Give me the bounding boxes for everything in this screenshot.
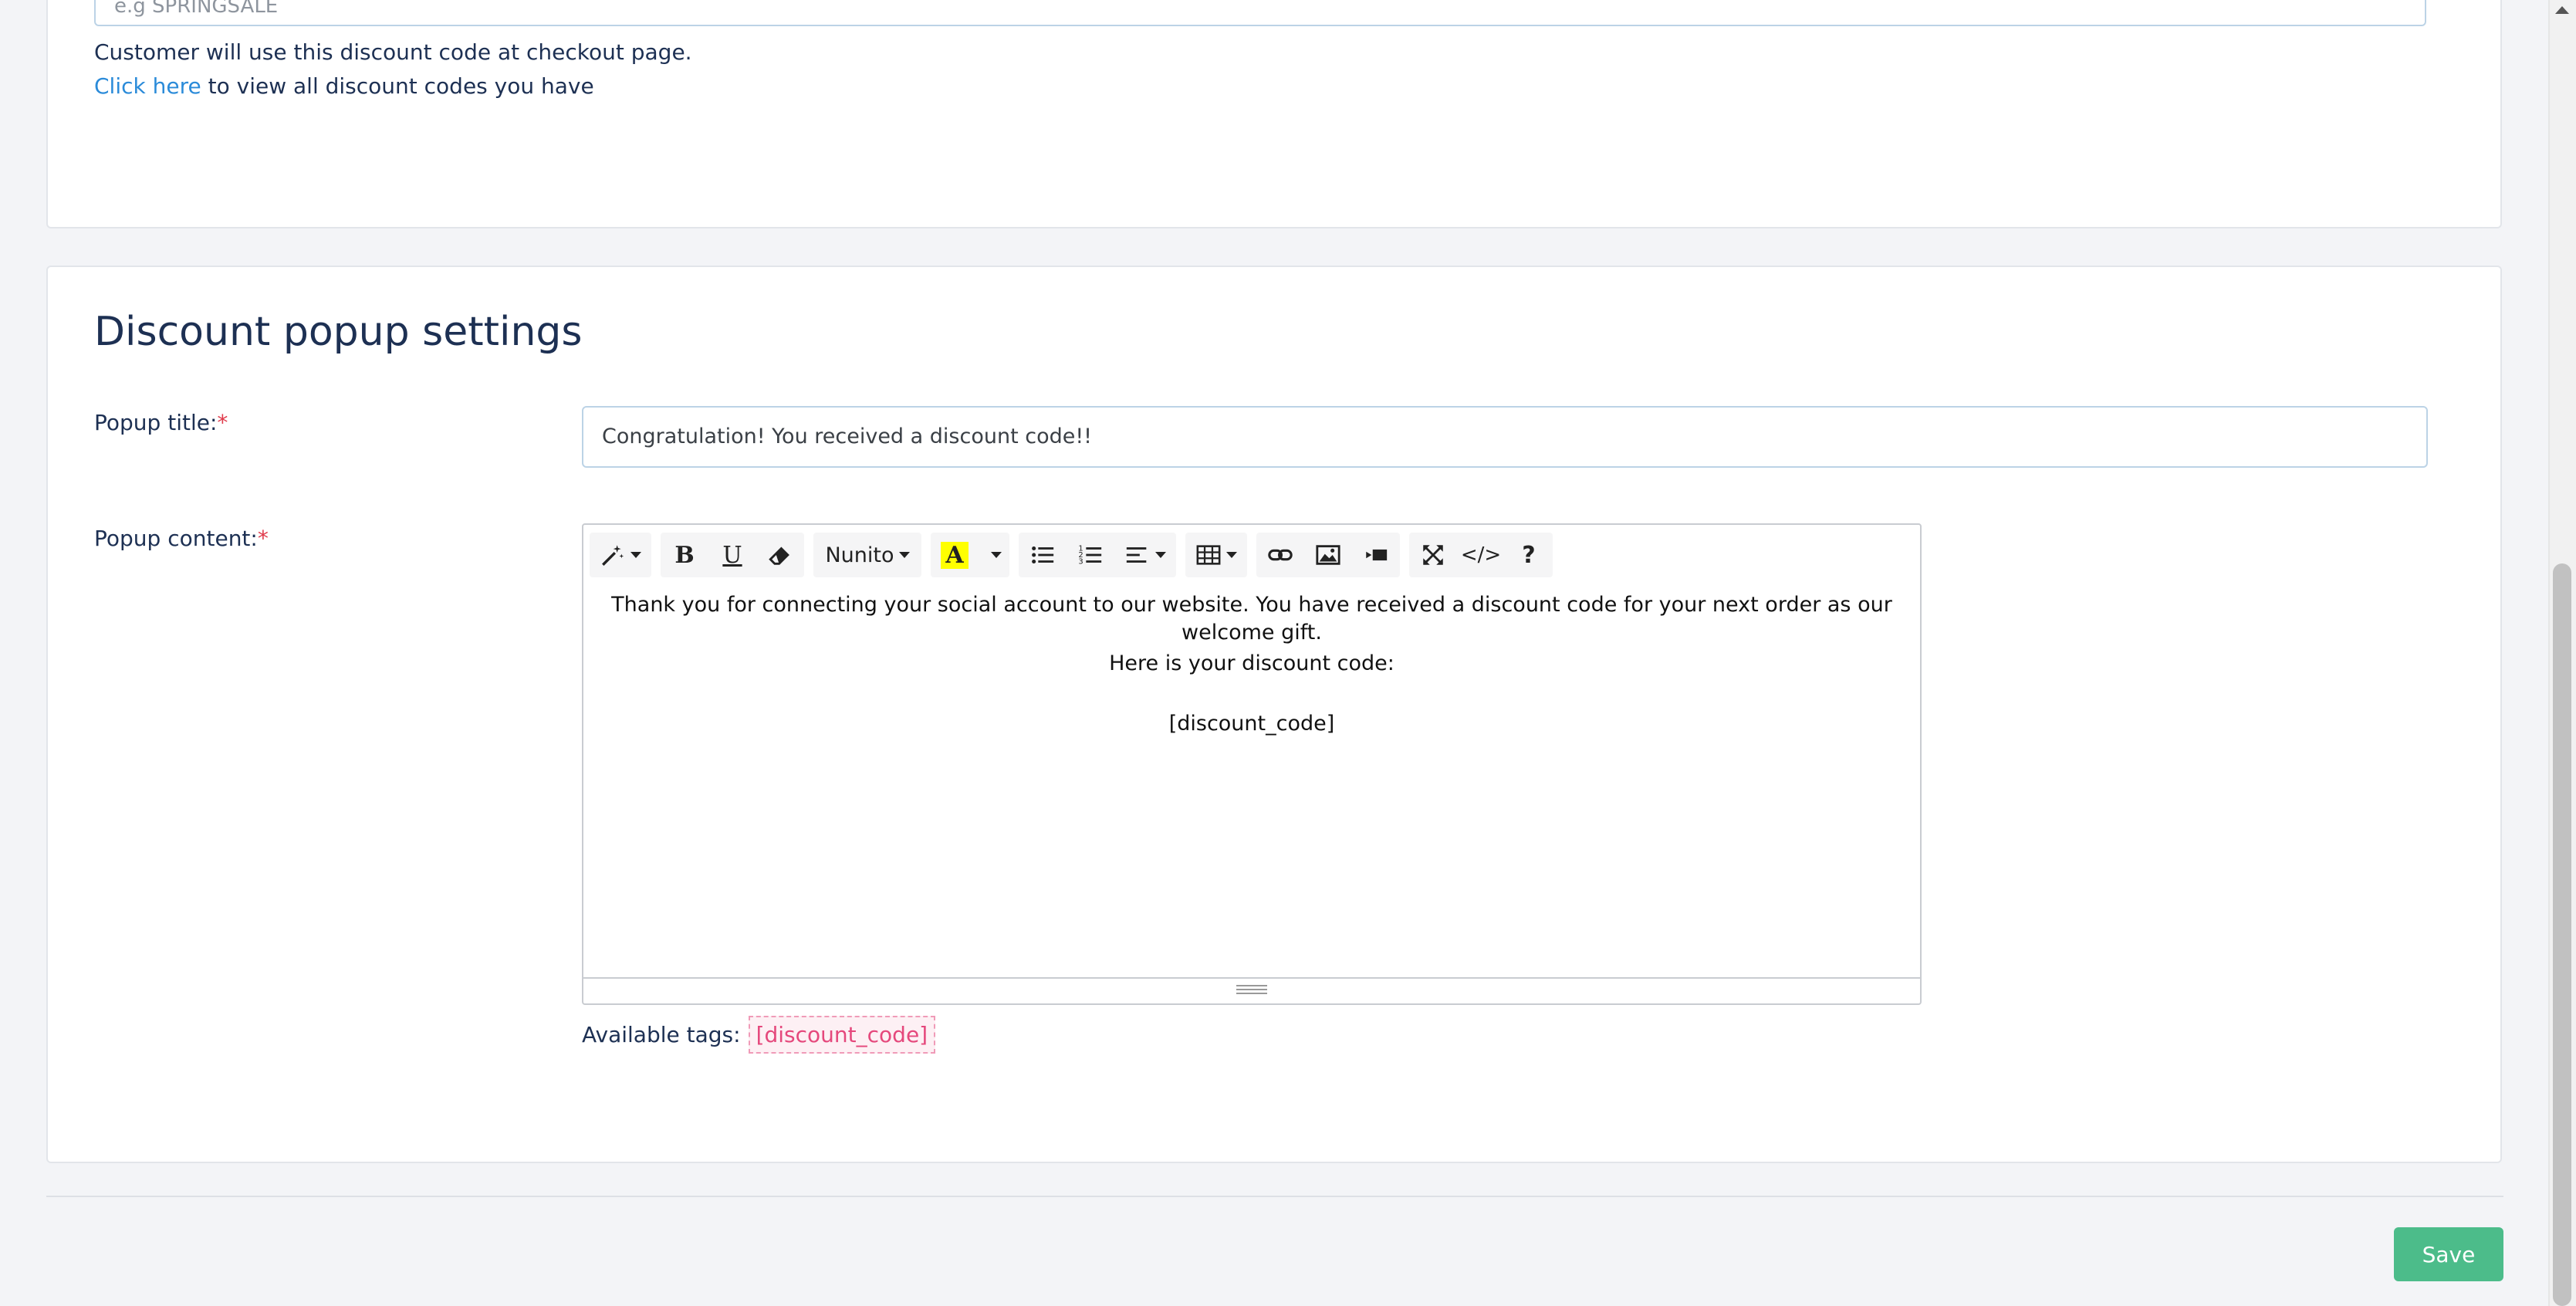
discount-popup-settings-card: Discount popup settings Popup title:* Co… bbox=[46, 266, 2502, 1163]
font-style-group: B U bbox=[661, 533, 804, 577]
discount-code-input[interactable]: e.g SPRINGSALE bbox=[94, 0, 2426, 26]
font-name-dropdown[interactable]: Nunito bbox=[813, 533, 921, 577]
chevron-down-icon bbox=[630, 552, 641, 558]
scroll-up-arrow-icon[interactable] bbox=[2555, 6, 2569, 14]
view-discount-codes-link[interactable]: Click here bbox=[94, 73, 201, 99]
ordered-list-icon[interactable]: 123 bbox=[1067, 533, 1114, 577]
bold-icon[interactable]: B bbox=[661, 533, 708, 577]
magic-wand-icon[interactable] bbox=[590, 533, 651, 577]
insert-group bbox=[1256, 533, 1400, 577]
discount-codes-link-line: Click here to view all discount codes yo… bbox=[94, 73, 594, 100]
content-paragraph: Thank you for connecting your social acc… bbox=[611, 593, 1892, 645]
required-mark: * bbox=[257, 526, 269, 551]
footer-divider bbox=[46, 1196, 2503, 1197]
image-icon[interactable] bbox=[1304, 533, 1352, 577]
available-tags-label: Available tags: bbox=[582, 1022, 741, 1047]
chevron-down-icon bbox=[991, 552, 1002, 558]
editor-toolbar: B U Nunito A 123 </> ? bbox=[590, 531, 1914, 579]
chevron-down-icon bbox=[1155, 552, 1166, 558]
content-paragraph: Here is your discount code: bbox=[1109, 651, 1394, 675]
align-icon[interactable] bbox=[1114, 533, 1176, 577]
popup-title-label-text: Popup title: bbox=[94, 410, 218, 435]
rich-text-editor: B U Nunito A 123 </> ? Thank you for con… bbox=[582, 523, 1922, 1005]
discount-code-card: e.g SPRINGSALE Customer will use this di… bbox=[46, 0, 2502, 228]
editor-resize-bar[interactable] bbox=[583, 977, 1920, 1003]
popup-content-label-text: Popup content: bbox=[94, 526, 258, 551]
chevron-down-icon bbox=[1226, 552, 1237, 558]
unordered-list-icon[interactable] bbox=[1019, 533, 1067, 577]
discount-code-help-text: Customer will use this discount code at … bbox=[94, 39, 692, 65]
popup-title-input[interactable]: Congratulation! You received a discount … bbox=[582, 406, 2428, 468]
color-group: A bbox=[931, 533, 1009, 577]
available-tags: Available tags: [discount_code] bbox=[582, 1016, 936, 1054]
svg-text:3: 3 bbox=[1078, 557, 1083, 566]
table-group bbox=[1185, 533, 1247, 577]
table-icon[interactable] bbox=[1185, 533, 1247, 577]
editor-content-area[interactable]: Thank you for connecting your social acc… bbox=[583, 591, 1920, 949]
scrollbar-thumb[interactable] bbox=[2553, 563, 2571, 1306]
content-paragraph: [discount_code] bbox=[1168, 712, 1335, 736]
text-color-icon[interactable]: A bbox=[931, 533, 979, 577]
section-title: Discount popup settings bbox=[94, 309, 583, 355]
view-group: </> ? bbox=[1409, 533, 1553, 577]
color-dropdown-icon[interactable] bbox=[979, 533, 1009, 577]
popup-title-label: Popup title:* bbox=[94, 409, 228, 437]
paragraph-group: 123 bbox=[1019, 533, 1176, 577]
font-name-label: Nunito bbox=[825, 543, 894, 567]
resize-grip-icon[interactable] bbox=[1236, 985, 1267, 994]
code-view-icon[interactable]: </> bbox=[1457, 533, 1505, 577]
help-icon[interactable]: ? bbox=[1505, 533, 1553, 577]
fullscreen-icon[interactable] bbox=[1409, 533, 1457, 577]
link-suffix-text: to view all discount codes you have bbox=[201, 73, 594, 99]
style-group bbox=[590, 533, 651, 577]
chevron-down-icon bbox=[898, 552, 910, 558]
tag-discount-code[interactable]: [discount_code] bbox=[748, 1016, 936, 1054]
page-scrollbar[interactable] bbox=[2548, 0, 2576, 1306]
video-icon[interactable] bbox=[1352, 533, 1400, 577]
font-name-group: Nunito bbox=[813, 533, 921, 577]
popup-content-label: Popup content:* bbox=[94, 525, 269, 553]
link-icon[interactable] bbox=[1256, 533, 1304, 577]
save-button[interactable]: Save bbox=[2394, 1227, 2503, 1281]
required-mark: * bbox=[217, 410, 228, 435]
underline-icon[interactable]: U bbox=[708, 533, 756, 577]
eraser-icon[interactable] bbox=[756, 533, 804, 577]
